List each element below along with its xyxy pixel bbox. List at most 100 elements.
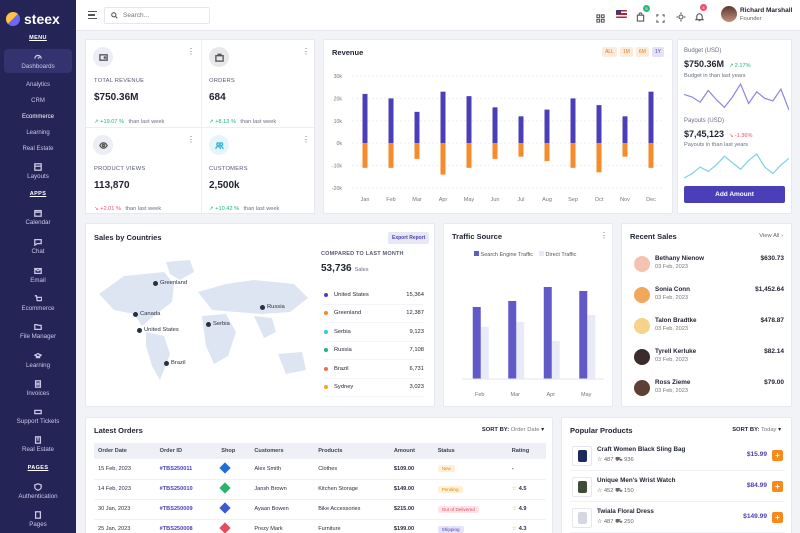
view-all-link[interactable]: View All › xyxy=(759,233,783,239)
sidebar-item-email[interactable]: Email xyxy=(0,267,76,284)
bell-icon[interactable] xyxy=(694,9,705,27)
brand-logo[interactable]: steex xyxy=(0,0,76,30)
table-header[interactable]: Status xyxy=(433,443,508,459)
sidebar-item-authentication[interactable]: Authentication xyxy=(0,483,76,500)
more-options-icon[interactable]: ⋮ xyxy=(302,136,310,144)
sidebar-item-dashboards[interactable]: Dashboards xyxy=(4,49,72,73)
sidebar-sub-crm[interactable]: CRM xyxy=(0,98,76,104)
map-pin[interactable] xyxy=(153,281,158,286)
table-header[interactable]: Customers xyxy=(250,443,315,459)
table-header[interactable]: Rating xyxy=(507,443,546,459)
cart-icon: ⛟ xyxy=(613,457,624,463)
sidebar-item-layouts[interactable]: Layouts xyxy=(0,163,76,180)
sidebar-item-label: Dashboards xyxy=(21,63,55,70)
recent-sale-row[interactable]: Sonia Conn 03 Feb, 2023 $1,452.64 xyxy=(634,285,784,309)
status-cell: Out of Delivered xyxy=(433,499,508,520)
map-pin[interactable] xyxy=(260,305,265,310)
map-pin[interactable] xyxy=(206,322,211,327)
sidebar-item-chat[interactable]: Chat xyxy=(0,238,76,255)
sidebar-item-file-manager[interactable]: File Manager xyxy=(0,323,76,340)
legend-label: Direct Traffic xyxy=(545,252,577,258)
search-input[interactable] xyxy=(123,12,203,19)
filter-all[interactable]: ALL xyxy=(602,47,617,57)
export-report-button[interactable]: Export Report xyxy=(388,232,430,244)
revenue-bar xyxy=(388,143,394,168)
table-header[interactable]: Shop xyxy=(217,443,251,459)
product-thumbnail xyxy=(572,446,592,466)
map-pin[interactable] xyxy=(164,361,169,366)
product-row[interactable]: Craft Women Black Sling Bag ☆ 487 ⛟ 936 $1… xyxy=(570,443,785,471)
filter-1y[interactable]: 1Y xyxy=(651,47,664,57)
add-amount-button[interactable]: Add Amount xyxy=(684,186,785,203)
sale-amount: $478.87 xyxy=(760,317,785,324)
sidebar-item-pages[interactable]: Pages xyxy=(0,511,76,528)
sidebar-item-calendar[interactable]: Calendar xyxy=(0,209,76,226)
table-row[interactable]: 14 Feb, 2023 #TBS250010 Jansh Brown Kitchen… xyxy=(94,479,546,500)
latest-orders-title: Latest Orders xyxy=(94,426,143,435)
hamburger-menu-icon[interactable] xyxy=(88,11,97,19)
map-pin[interactable] xyxy=(133,312,138,317)
revenue-filter-group: ALL 1M 6M 1Y xyxy=(602,47,664,57)
recent-sale-row[interactable]: Bethany Nienow 03 Feb, 2023 $630.73 xyxy=(634,254,784,278)
revenue-bar xyxy=(492,143,498,159)
recent-sale-row[interactable]: Tyrell Kerluke 03 Feb, 2023 $82.14 xyxy=(634,347,784,371)
sun-theme-icon[interactable] xyxy=(676,9,686,27)
table-header[interactable]: Amount xyxy=(389,443,434,459)
revenue-bar xyxy=(544,143,550,162)
avatar[interactable] xyxy=(721,6,737,22)
recent-sale-row[interactable]: Talon Bradtke 03 Feb, 2023 $478.87 xyxy=(634,316,784,340)
add-to-cart-button[interactable]: + xyxy=(772,450,783,461)
user-name[interactable]: Richard Marshall xyxy=(740,7,792,14)
table-header[interactable]: Products xyxy=(314,443,390,459)
table-header[interactable]: Order ID xyxy=(155,443,218,459)
sidebar-item-support-tickets[interactable]: Support Tickets xyxy=(0,408,76,425)
legend-search-engine: Search Engine Traffic xyxy=(474,251,533,258)
shopping-bag-icon[interactable] xyxy=(636,9,645,27)
add-to-cart-button[interactable]: + xyxy=(772,512,783,523)
add-to-cart-button[interactable]: + xyxy=(772,481,783,492)
sidebar-sub-learning[interactable]: Learning xyxy=(0,130,76,136)
sidebar-item-ecommerce[interactable]: Ecommerce xyxy=(0,295,76,312)
x-tick-label: May xyxy=(464,197,475,203)
sidebar-sub-ecommerce[interactable]: Ecommerce xyxy=(0,114,76,120)
us-flag-icon[interactable] xyxy=(616,10,627,18)
table-row[interactable]: 25 Jan, 2023 #TBS250008 Prezy Mark Furnitur… xyxy=(94,519,546,533)
revenue-bar xyxy=(362,143,368,168)
more-options-icon[interactable]: ⋮ xyxy=(187,48,195,56)
table-header[interactable]: Order Date xyxy=(94,443,156,459)
sort-dropdown[interactable]: SORT BY: Order Date ▾ xyxy=(482,427,544,433)
more-options-icon[interactable]: ⋮ xyxy=(302,48,310,56)
more-options-icon[interactable]: ⋮ xyxy=(600,232,608,240)
order-id[interactable]: #TBS250009 xyxy=(155,499,218,520)
product-row[interactable]: Twiala Floral Dress ☆ 487 ⛟ 250 $149.99 + xyxy=(570,505,785,533)
product-row[interactable]: Unique Men's Wrist Watch ☆ 452 ⛟ 150 $84.9… xyxy=(570,474,785,502)
order-id[interactable]: #TBS250010 xyxy=(155,479,218,500)
sidebar-sub-analytics[interactable]: Analytics xyxy=(0,82,76,88)
order-id[interactable]: #TBS250008 xyxy=(155,519,218,533)
more-options-icon[interactable]: ⋮ xyxy=(187,136,195,144)
avatar xyxy=(634,349,650,365)
filter-6m[interactable]: 6M xyxy=(635,47,649,57)
apps-section-title: APPS xyxy=(29,191,47,197)
table-row[interactable]: 15 Feb, 2023 #TBS250011 Alex Smith Clothes $… xyxy=(94,459,546,480)
avatar xyxy=(634,380,650,396)
filter-1m[interactable]: 1M xyxy=(619,47,633,57)
search-box[interactable] xyxy=(104,7,210,24)
table-row[interactable]: 30 Jan, 2023 #TBS250009 Ayaan Bowen Bike Ac… xyxy=(94,499,546,520)
fullscreen-icon[interactable] xyxy=(656,10,665,28)
shield-icon xyxy=(34,483,42,491)
sidebar-item-invoices[interactable]: Invoices xyxy=(0,380,76,397)
sidebar-item-learning[interactable]: Learning xyxy=(0,352,76,369)
sale-amount: $82.14 xyxy=(764,348,784,355)
sidebar-sub-real-estate[interactable]: Real Estate xyxy=(0,146,76,152)
map-pin[interactable] xyxy=(137,328,142,333)
revenue-bar xyxy=(518,116,524,144)
apps-grid-icon[interactable] xyxy=(596,10,605,28)
recent-sale-row[interactable]: Ross Zieme 03 Feb, 2023 $79.00 xyxy=(634,378,784,402)
map-pin-label: Serbia xyxy=(213,321,230,327)
sort-dropdown[interactable]: SORT BY: Today ▾ xyxy=(732,427,781,433)
order-id[interactable]: #TBS250011 xyxy=(155,459,218,480)
avatar xyxy=(634,256,650,272)
sidebar-item-real-estate[interactable]: Real Estate xyxy=(0,436,76,453)
sidebar-item-label: Email xyxy=(30,277,46,284)
